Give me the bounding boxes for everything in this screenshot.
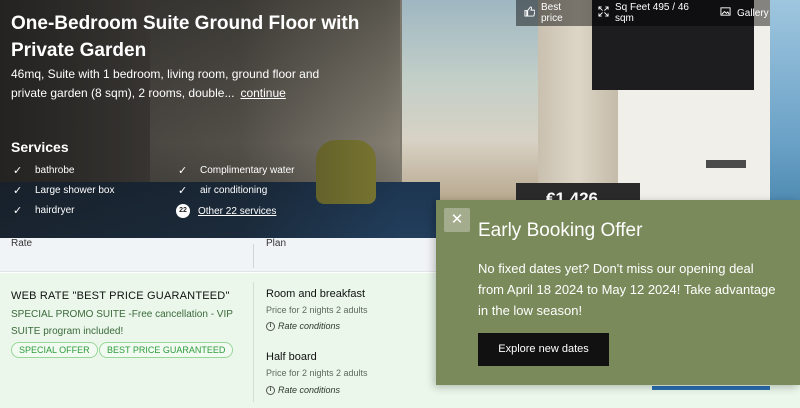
check-icon: ✓ [13,205,23,217]
gallery-button[interactable]: Gallery [712,0,770,26]
other-services-label: Other 22 services [198,205,277,217]
rate-description: SPECIAL PROMO SUITE -Free cancellation -… [11,309,233,337]
service-label: bathrobe [35,165,75,176]
info-icon: i [266,385,275,395]
popup-message: No fixed dates yet? Don't miss our openi… [478,261,776,318]
plan-column-header: Plan [266,238,287,249]
terrace-window [402,0,538,200]
service-item: ✓ bathrobe [13,164,74,177]
service-label: Complimentary water [200,165,295,176]
special-offer-badge: SPECIAL OFFER [11,342,98,358]
rate-conditions-label: Rate conditions [278,321,341,331]
service-item: ✓ air conditioning [178,184,267,197]
tag-label: Gallery [737,7,769,19]
room-title: One-Bedroom Suite Ground Floor with Priv… [11,13,360,61]
services-heading: Services [11,139,69,155]
continue-link[interactable]: continue [240,86,285,100]
image-icon [720,6,731,20]
services-count-badge: 22 [176,204,190,218]
plan-price-note: Price for 2 nights 2 adults [266,305,368,315]
rate-conditions-link[interactable]: i Rate conditions [266,321,340,331]
column-divider [253,282,254,402]
popup-title: Early Booking Offer [478,220,643,241]
tag-label: Best price [541,2,563,24]
service-label: hairdryer [35,205,75,216]
rate-conditions-label: Rate conditions [278,385,341,395]
rate-conditions-link[interactable]: i Rate conditions [266,385,340,395]
early-booking-popup: ✕ Early Booking Offer No fixed dates yet… [436,200,800,385]
rate-title: WEB RATE "BEST PRICE GUARANTEED" [11,290,230,302]
thumbs-up-icon [524,6,536,20]
service-item: ✓ Large shower box [13,184,115,197]
explore-dates-button[interactable]: Explore new dates [478,333,609,366]
plan-name: Room and breakfast [266,288,366,300]
service-label: air conditioning [200,185,268,196]
area-tag: Sq Feet 495 / 46 sqm [590,0,712,26]
check-icon: ✓ [178,185,188,197]
rate-column-header: Rate [11,238,33,249]
close-button[interactable]: ✕ [444,208,470,232]
best-price-tag[interactable]: Best price [516,0,590,26]
expand-icon [598,6,609,20]
room-description: 46mq, Suite with 1 bedroom, living room,… [11,65,321,103]
header-divider [253,244,254,268]
info-icon: i [266,321,275,331]
plan-price-note: Price for 2 nights 2 adults [266,368,368,378]
plan-name: Half board [266,351,317,363]
service-label: Large shower box [35,185,115,196]
check-icon: ✓ [13,165,23,177]
service-item: ✓ hairdryer [13,204,74,217]
service-item: ✓ Complimentary water [178,164,294,177]
check-icon: ✓ [13,185,23,197]
book-button-edge[interactable] [652,386,770,390]
other-services-link[interactable]: 22 Other 22 services [176,204,276,218]
tag-label: Sq Feet 495 / 46 sqm [615,2,689,24]
room-page: €1.426 One-Bedroom Suite Ground Floor wi… [0,0,800,408]
check-icon: ✓ [178,165,188,177]
sink [706,160,746,168]
best-price-badge: BEST PRICE GUARANTEED [99,342,234,358]
